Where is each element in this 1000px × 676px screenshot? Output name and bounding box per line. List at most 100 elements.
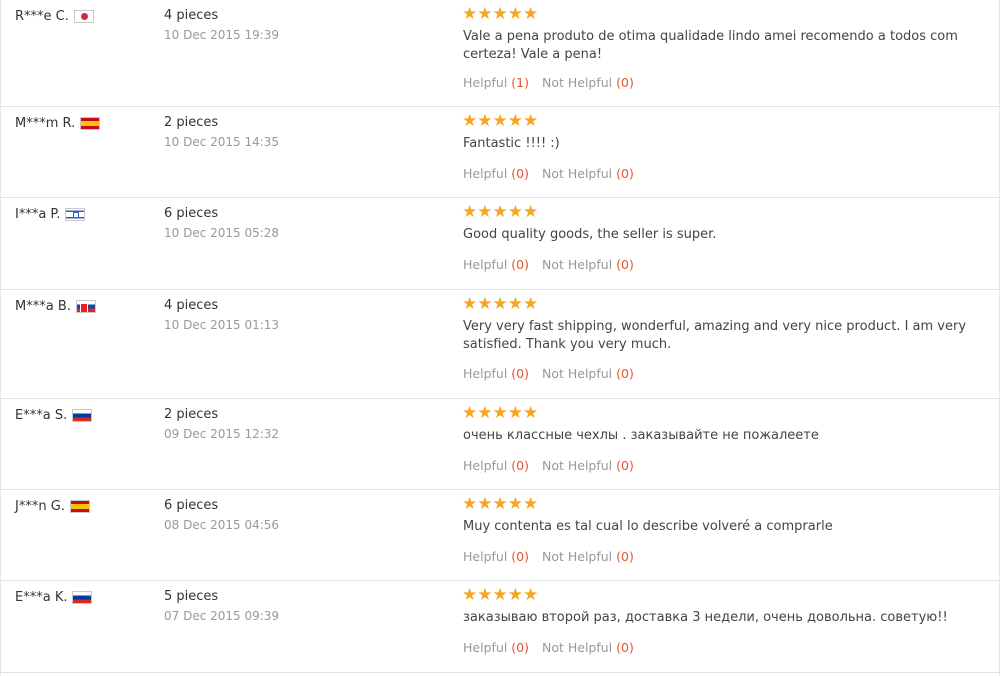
review-text: Fantastic !!!! :) xyxy=(463,136,560,151)
order-quantity: 5 pieces xyxy=(164,589,219,604)
not-helpful-button[interactable]: Not Helpful (0) xyxy=(542,366,634,381)
review-date: 10 Dec 2015 19:39 xyxy=(164,28,280,42)
vote-bar: Helpful (1) Not Helpful (0) xyxy=(463,75,643,90)
buyer-info: J***n G. xyxy=(15,499,90,514)
helpful-button[interactable]: Helpful (0) xyxy=(463,166,529,181)
review-text: заказываю второй раз, доставка 3 недели,… xyxy=(463,610,948,625)
review-date: 09 Dec 2015 12:32 xyxy=(164,427,280,441)
review-item: J***n G. 6 pieces 08 Dec 2015 04:56 ★★★★… xyxy=(1,490,1000,581)
helpful-label: Helpful xyxy=(463,257,508,272)
order-quantity: 2 pieces xyxy=(164,407,219,422)
star-rating-icon: ★★★★★ xyxy=(462,294,539,314)
not-helpful-count: (0) xyxy=(616,640,634,655)
review-date: 07 Dec 2015 09:39 xyxy=(164,609,280,623)
helpful-count: (0) xyxy=(511,257,529,272)
not-helpful-label: Not Helpful xyxy=(541,640,613,655)
buyer-info: I***a P. xyxy=(15,207,86,222)
helpful-button[interactable]: Helpful (0) xyxy=(463,366,529,381)
order-quantity: 2 pieces xyxy=(164,115,219,130)
order-quantity: 6 pieces xyxy=(164,206,219,221)
buyer-name: J***n G. xyxy=(15,499,65,514)
not-helpful-count: (0) xyxy=(616,166,634,181)
review-item: E***a S. 2 pieces 09 Dec 2015 12:32 ★★★★… xyxy=(1,399,1000,490)
review-item: I***a P. 6 pieces 10 Dec 2015 05:28 ★★★★… xyxy=(1,198,1000,290)
review-text: очень классные чехлы . заказывайте не по… xyxy=(463,428,819,443)
helpful-label: Helpful xyxy=(463,549,508,564)
vote-bar: Helpful (0) Not Helpful (0) xyxy=(463,640,643,655)
star-rating-icon: ★★★★★ xyxy=(462,111,539,131)
review-item: M***a B. 4 pieces 10 Dec 2015 01:13 ★★★★… xyxy=(1,290,1000,399)
helpful-count: (0) xyxy=(511,458,529,473)
not-helpful-button[interactable]: Not Helpful (0) xyxy=(542,549,634,564)
buyer-info: E***a S. xyxy=(15,408,93,423)
not-helpful-label: Not Helpful xyxy=(541,458,613,473)
buyer-name: M***a B. xyxy=(15,299,71,314)
review-date: 10 Dec 2015 05:28 xyxy=(164,226,280,240)
buyer-info: M***m R. xyxy=(15,116,101,131)
flag-israel-icon xyxy=(65,208,86,221)
vote-bar: Helpful (0) Not Helpful (0) xyxy=(463,549,643,564)
not-helpful-count: (0) xyxy=(616,257,634,272)
order-quantity: 6 pieces xyxy=(164,498,219,513)
helpful-button[interactable]: Helpful (0) xyxy=(463,640,529,655)
not-helpful-count: (0) xyxy=(616,75,634,90)
vote-bar: Helpful (0) Not Helpful (0) xyxy=(463,257,643,272)
not-helpful-button[interactable]: Not Helpful (0) xyxy=(542,166,634,181)
flag-russia-icon xyxy=(72,409,93,422)
not-helpful-label: Not Helpful xyxy=(541,257,613,272)
review-date: 10 Dec 2015 01:13 xyxy=(164,318,280,332)
not-helpful-label: Not Helpful xyxy=(541,549,613,564)
helpful-count: (0) xyxy=(511,549,529,564)
helpful-button[interactable]: Helpful (0) xyxy=(463,458,529,473)
flag-slovakia-icon xyxy=(75,300,96,313)
review-text: Muy contenta es tal cual lo describe vol… xyxy=(463,519,833,534)
buyer-info: R***e C. xyxy=(15,9,94,24)
not-helpful-count: (0) xyxy=(616,366,634,381)
helpful-button[interactable]: Helpful (1) xyxy=(463,75,529,90)
not-helpful-button[interactable]: Not Helpful (0) xyxy=(542,640,634,655)
vote-bar: Helpful (0) Not Helpful (0) xyxy=(463,366,643,381)
vote-bar: Helpful (0) Not Helpful (0) xyxy=(463,166,643,181)
not-helpful-button[interactable]: Not Helpful (0) xyxy=(542,257,634,272)
order-quantity: 4 pieces xyxy=(164,8,219,23)
star-rating-icon: ★★★★★ xyxy=(462,202,539,222)
flag-spain-icon xyxy=(80,117,101,130)
not-helpful-label: Not Helpful xyxy=(541,366,613,381)
review-list: R***e C. 4 pieces 10 Dec 2015 19:39 ★★★★… xyxy=(0,0,1000,676)
helpful-button[interactable]: Helpful (0) xyxy=(463,549,529,564)
helpful-count: (1) xyxy=(511,75,529,90)
not-helpful-label: Not Helpful xyxy=(541,166,613,181)
review-date: 08 Dec 2015 04:56 xyxy=(164,518,280,532)
review-text: Vale a pena produto de otima qualidade l… xyxy=(463,29,958,62)
review-text: Good quality goods, the seller is super. xyxy=(463,227,717,242)
buyer-name: I***a P. xyxy=(15,207,61,222)
review-item: E***a K. 5 pieces 07 Dec 2015 09:39 ★★★★… xyxy=(1,581,1000,673)
review-date: 10 Dec 2015 14:35 xyxy=(164,135,280,149)
not-helpful-label: Not Helpful xyxy=(541,75,613,90)
helpful-label: Helpful xyxy=(463,75,508,90)
helpful-count: (0) xyxy=(511,366,529,381)
buyer-info: E***a K. xyxy=(15,590,93,605)
helpful-button[interactable]: Helpful (0) xyxy=(463,257,529,272)
vote-bar: Helpful (0) Not Helpful (0) xyxy=(463,458,643,473)
not-helpful-button[interactable]: Not Helpful (0) xyxy=(542,75,634,90)
flag-russia-icon xyxy=(72,591,93,604)
star-rating-icon: ★★★★★ xyxy=(462,494,539,514)
helpful-label: Helpful xyxy=(463,458,508,473)
buyer-name: E***a S. xyxy=(15,408,68,423)
helpful-label: Helpful xyxy=(463,640,508,655)
buyer-info: M***a B. xyxy=(15,299,96,314)
star-rating-icon: ★★★★★ xyxy=(462,4,539,24)
helpful-label: Helpful xyxy=(463,166,508,181)
helpful-label: Helpful xyxy=(463,366,508,381)
review-text: Very very fast shipping, wonderful, amaz… xyxy=(463,319,967,352)
helpful-count: (0) xyxy=(511,640,529,655)
review-item: R***e C. 4 pieces 10 Dec 2015 19:39 ★★★★… xyxy=(1,0,1000,107)
flag-japan-icon xyxy=(73,10,94,23)
buyer-name: E***a K. xyxy=(15,590,68,605)
buyer-name: M***m R. xyxy=(15,116,76,131)
not-helpful-button[interactable]: Not Helpful (0) xyxy=(542,458,634,473)
order-quantity: 4 pieces xyxy=(164,298,219,313)
not-helpful-count: (0) xyxy=(616,549,634,564)
flag-spain-icon xyxy=(69,500,90,513)
